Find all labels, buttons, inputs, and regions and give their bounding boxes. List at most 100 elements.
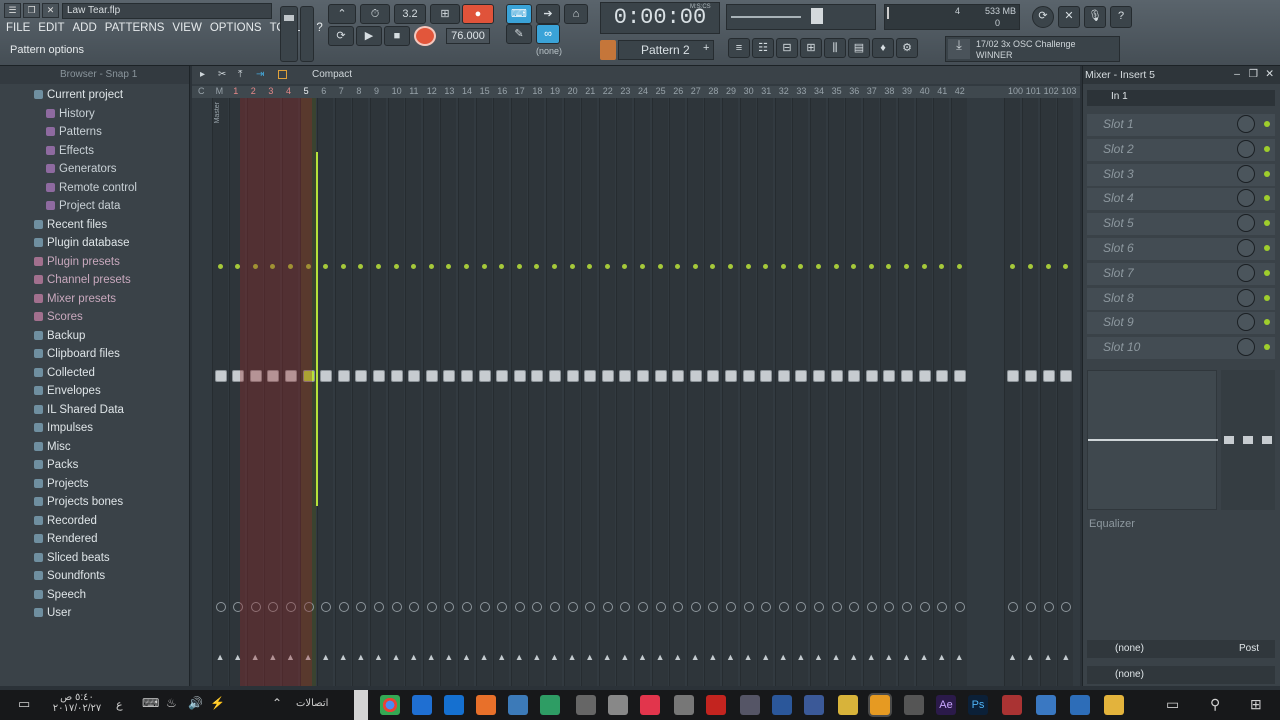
mixer-track[interactable]: ▲ bbox=[1039, 98, 1056, 686]
camera-icon[interactable] bbox=[608, 695, 628, 715]
mixer-track[interactable]: ▲ bbox=[493, 98, 510, 686]
explorer-icon[interactable] bbox=[1104, 695, 1124, 715]
track-fader[interactable] bbox=[1007, 370, 1019, 382]
slot-mix-knob[interactable] bbox=[1237, 164, 1255, 183]
photoshop-icon[interactable]: Ps bbox=[968, 695, 988, 715]
track-enable-led[interactable] bbox=[675, 264, 681, 269]
track-fader[interactable] bbox=[1042, 370, 1055, 382]
mixer-track[interactable]: ▲ bbox=[440, 98, 457, 686]
arrow-icon[interactable]: ➔ bbox=[536, 4, 560, 24]
menu-options[interactable]: OPTIONS bbox=[210, 22, 262, 38]
volume-icon[interactable]: 🔊 bbox=[188, 696, 203, 710]
track-number[interactable]: 28 bbox=[708, 86, 718, 96]
browser-item[interactable]: Current project bbox=[0, 86, 189, 105]
slot-mix-knob[interactable] bbox=[1237, 338, 1255, 357]
pan-knob[interactable] bbox=[655, 602, 666, 612]
send-arrow-icon[interactable]: ▲ bbox=[708, 652, 717, 662]
track-number[interactable]: 101 bbox=[1026, 86, 1041, 96]
mixer-track[interactable]: ▲ bbox=[387, 98, 404, 686]
track-enable-led[interactable] bbox=[393, 264, 399, 269]
effect-slot[interactable]: Slot 2 bbox=[1087, 138, 1275, 161]
browser-item[interactable]: Collected bbox=[0, 364, 189, 383]
after-effects-icon[interactable]: Ae bbox=[936, 695, 956, 715]
track-fader[interactable] bbox=[513, 370, 526, 382]
pan-knob[interactable] bbox=[1043, 602, 1054, 612]
menu-collapse-icon[interactable]: ☰ bbox=[4, 3, 21, 18]
mixer-icon[interactable]: ⊞ bbox=[800, 38, 822, 58]
send-arrow-icon[interactable]: ▲ bbox=[884, 652, 893, 662]
add-pattern-icon[interactable]: + bbox=[703, 42, 709, 54]
browser-item[interactable]: Channel presets bbox=[0, 271, 189, 290]
pan-knob[interactable] bbox=[831, 602, 842, 612]
maximize-icon[interactable]: ❐ bbox=[1249, 68, 1258, 80]
track-enable-led[interactable] bbox=[710, 264, 716, 269]
send-arrow-icon[interactable]: ▲ bbox=[937, 652, 946, 662]
track-fader[interactable] bbox=[707, 370, 720, 382]
send-arrow-icon[interactable]: ▲ bbox=[814, 652, 823, 662]
slot-enable-led[interactable] bbox=[1264, 220, 1270, 227]
slot-mix-knob[interactable] bbox=[1237, 214, 1255, 233]
piano-roll-icon[interactable]: ⊟ bbox=[776, 38, 798, 58]
firefox-icon[interactable] bbox=[476, 695, 496, 715]
track-fader[interactable] bbox=[373, 370, 385, 382]
track-fader[interactable] bbox=[936, 370, 949, 382]
mixer-track[interactable]: ▲ bbox=[950, 98, 967, 686]
track-enable-led[interactable] bbox=[499, 264, 505, 269]
browser-item[interactable]: Plugin presets bbox=[0, 253, 189, 272]
track-number[interactable]: 39 bbox=[902, 86, 912, 96]
track-fader[interactable] bbox=[918, 370, 931, 382]
pan-knob[interactable] bbox=[215, 602, 226, 612]
news-panel[interactable]: ⤓ 17/02 3x OSC Challenge WINNER bbox=[945, 36, 1120, 62]
track-fader[interactable] bbox=[355, 370, 368, 382]
pan-knob[interactable] bbox=[778, 602, 789, 612]
app3-icon[interactable] bbox=[1036, 695, 1056, 715]
typing-keyboard-icon[interactable]: ⌨ bbox=[506, 4, 532, 24]
track-fader[interactable] bbox=[795, 370, 808, 382]
track-enable-led[interactable] bbox=[921, 264, 927, 269]
mixer-pin-icon[interactable]: ⤒ bbox=[238, 69, 242, 80]
track-fader[interactable] bbox=[390, 370, 403, 382]
mixer-track[interactable]: ▲ bbox=[862, 98, 879, 686]
effect-slot[interactable]: Slot 7 bbox=[1087, 262, 1275, 285]
chrome-icon[interactable] bbox=[380, 695, 400, 715]
browser-item[interactable]: Speech bbox=[0, 586, 189, 605]
computer-icon[interactable] bbox=[1070, 695, 1090, 715]
slot-enable-led[interactable] bbox=[1264, 344, 1270, 351]
language-indicator[interactable]: ع bbox=[116, 698, 123, 711]
input-select[interactable]: In 1 bbox=[1087, 90, 1275, 106]
track-fader[interactable] bbox=[725, 370, 737, 382]
pan-knob[interactable] bbox=[585, 602, 596, 612]
mixer-track[interactable]: ▲ bbox=[334, 98, 351, 686]
browser-item[interactable]: Scores bbox=[0, 308, 189, 327]
metronome-icon[interactable]: ⌃ bbox=[328, 4, 356, 24]
menu-edit[interactable]: EDIT bbox=[38, 22, 64, 38]
track-enable-led[interactable] bbox=[358, 264, 364, 269]
send-arrow-icon[interactable]: ▲ bbox=[427, 652, 436, 662]
mixer-track[interactable]: ▲ bbox=[845, 98, 862, 686]
mixer-track[interactable]: ▲ bbox=[774, 98, 791, 686]
pan-knob[interactable] bbox=[849, 602, 860, 612]
track-number[interactable]: 10 bbox=[392, 86, 402, 96]
countdown-button[interactable]: 3.2 bbox=[394, 4, 426, 24]
send-arrow-icon[interactable]: ▲ bbox=[691, 652, 700, 662]
mixer-track[interactable]: ▲ bbox=[616, 98, 633, 686]
mixer-track[interactable]: ▲ bbox=[422, 98, 439, 686]
send-arrow-icon[interactable]: ▲ bbox=[339, 652, 348, 662]
browser-item[interactable]: Rendered bbox=[0, 530, 189, 549]
app2-icon[interactable] bbox=[838, 695, 858, 715]
slot-mix-knob[interactable] bbox=[1237, 313, 1255, 332]
track-enable-led[interactable] bbox=[886, 264, 892, 269]
mixer-view-icon[interactable]: ⇥ bbox=[256, 69, 264, 80]
menu-patterns[interactable]: PATTERNS bbox=[105, 22, 165, 38]
send-arrow-icon[interactable]: ▲ bbox=[955, 652, 964, 662]
browser-item[interactable]: Recorded bbox=[0, 512, 189, 531]
pan-knob[interactable] bbox=[884, 602, 895, 612]
track-fader[interactable] bbox=[777, 370, 790, 382]
output-select-2[interactable]: (none) bbox=[1087, 666, 1275, 684]
send-arrow-icon[interactable]: ▲ bbox=[374, 652, 383, 662]
track-fader[interactable] bbox=[654, 370, 667, 382]
track-number[interactable]: 1 bbox=[233, 86, 238, 96]
channel-rack-icon[interactable]: ☷ bbox=[752, 38, 774, 58]
track-number[interactable]: 2 bbox=[251, 86, 256, 96]
music-icon[interactable] bbox=[640, 695, 660, 715]
